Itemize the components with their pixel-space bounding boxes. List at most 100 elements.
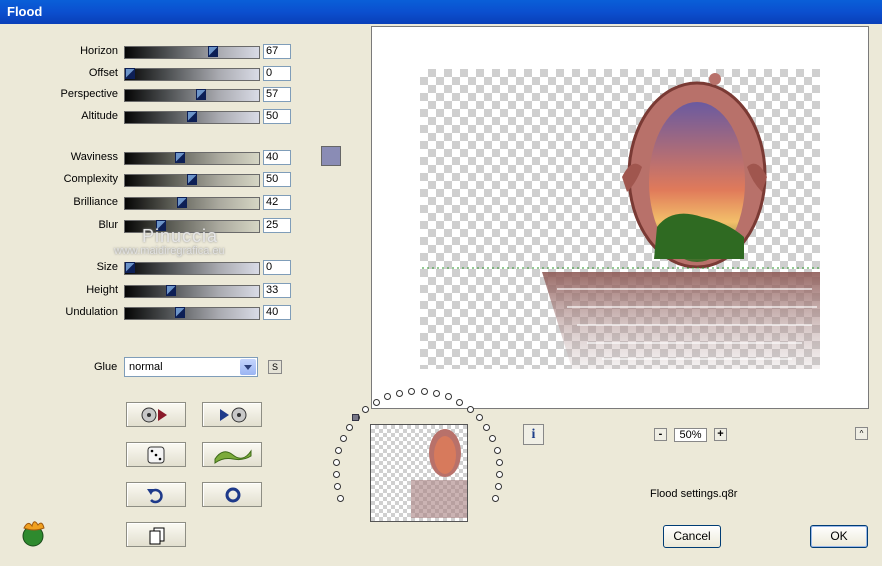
mirror-image-preview <box>422 73 820 369</box>
ring-handle[interactable] <box>352 414 359 421</box>
brilliance-slider-thumb[interactable] <box>177 197 188 208</box>
horizon-value-field[interactable]: 67 <box>263 44 291 59</box>
param-row-waviness: Waviness 40 <box>0 150 300 166</box>
size-label: Size <box>96 261 118 273</box>
ring-dot[interactable] <box>420 387 428 395</box>
ring-dot[interactable] <box>333 458 340 466</box>
perspective-label: Perspective <box>60 88 118 100</box>
play-film-reel-icon <box>220 407 247 423</box>
ring-dot[interactable] <box>483 424 491 432</box>
glue-select[interactable]: normal <box>124 357 258 377</box>
waviness-slider[interactable] <box>124 152 260 165</box>
offset-slider[interactable] <box>124 68 260 81</box>
altitude-slider[interactable] <box>124 111 260 124</box>
undulation-value-field[interactable]: 40 <box>263 305 291 320</box>
ring-dot[interactable] <box>496 470 504 478</box>
blur-label: Blur <box>98 219 118 231</box>
horizon-slider[interactable] <box>124 46 260 59</box>
ring-dot[interactable] <box>495 458 503 466</box>
undulation-slider[interactable] <box>124 307 260 320</box>
document-copy-icon <box>149 527 165 545</box>
ring-icon <box>225 487 241 503</box>
thumbnail-image <box>411 429 467 518</box>
ring-dot[interactable] <box>433 389 441 397</box>
reset-button[interactable] <box>202 482 262 507</box>
wave-icon <box>214 449 252 464</box>
ring-dot[interactable] <box>372 398 380 406</box>
ring-dot[interactable] <box>489 434 497 442</box>
ring-dot[interactable] <box>334 483 342 491</box>
film-reel-play-icon <box>141 407 167 423</box>
altitude-label: Altitude <box>81 110 118 122</box>
waviness-slider-thumb[interactable] <box>174 152 185 163</box>
wave-button[interactable] <box>202 442 262 467</box>
title-bar: Flood <box>0 0 882 24</box>
ring-dot[interactable] <box>332 470 340 478</box>
perspective-value-field[interactable]: 57 <box>263 87 291 102</box>
height-slider[interactable] <box>124 285 260 298</box>
height-slider-thumb[interactable] <box>165 285 176 296</box>
play-reel-button[interactable] <box>202 402 262 427</box>
param-row-size: Size 0 <box>0 260 300 276</box>
ring-dot[interactable] <box>491 494 499 502</box>
chevron-down-icon[interactable] <box>240 359 256 375</box>
size-slider[interactable] <box>124 262 260 275</box>
ok-button[interactable]: OK <box>810 525 868 548</box>
preview-pane[interactable] <box>371 26 869 409</box>
perspective-slider[interactable] <box>124 89 260 102</box>
cancel-button[interactable]: Cancel <box>663 525 721 548</box>
flaming-pear-logo-icon <box>22 521 45 547</box>
brilliance-label: Brilliance <box>73 196 118 208</box>
ring-dot[interactable] <box>493 446 501 454</box>
glue-s-button[interactable]: S <box>268 360 282 374</box>
ring-dot[interactable] <box>395 389 403 397</box>
altitude-value-field[interactable]: 50 <box>263 109 291 124</box>
perspective-slider-thumb[interactable] <box>195 89 206 100</box>
offset-label: Offset <box>88 67 118 79</box>
navigator-thumbnail[interactable] <box>370 424 468 522</box>
complexity-slider[interactable] <box>124 174 260 187</box>
complexity-slider-thumb[interactable] <box>187 174 197 185</box>
ring-dot[interactable] <box>335 446 343 454</box>
brilliance-slider[interactable] <box>124 197 260 210</box>
param-row-undulation: Undulation 40 <box>0 305 300 321</box>
undo-button[interactable] <box>126 482 186 507</box>
ring-dot[interactable] <box>345 424 353 432</box>
height-value-field[interactable]: 33 <box>263 283 291 298</box>
brilliance-value-field[interactable]: 42 <box>263 195 291 210</box>
ring-dot[interactable] <box>337 494 345 502</box>
settings-filename: Flood settings.q8r <box>650 488 738 500</box>
watermark-site: www.maidiregrafica.eu <box>114 245 225 257</box>
collapse-button[interactable]: ^ <box>855 427 868 440</box>
ring-dot[interactable] <box>494 483 502 491</box>
zoom-level: 50% <box>674 428 707 442</box>
undulation-slider-thumb[interactable] <box>174 307 185 318</box>
ring-dot[interactable] <box>475 414 483 422</box>
offset-slider-thumb[interactable] <box>125 68 135 79</box>
zoom-in-button[interactable]: + <box>714 428 727 441</box>
ring-dot[interactable] <box>466 405 474 413</box>
ring-dot[interactable] <box>408 387 416 395</box>
param-row-height: Height 33 <box>0 283 300 299</box>
altitude-slider-thumb[interactable] <box>187 111 197 122</box>
ring-dot[interactable] <box>362 405 370 413</box>
watermark-name: Pinuccia <box>142 226 219 246</box>
horizon-slider-thumb[interactable] <box>208 46 219 57</box>
randomize-preset-button[interactable] <box>126 402 186 427</box>
height-label: Height <box>86 284 118 296</box>
undulation-label: Undulation <box>65 306 118 318</box>
blur-value-field[interactable]: 25 <box>263 218 291 233</box>
waviness-value-field[interactable]: 40 <box>263 150 291 165</box>
size-slider-thumb[interactable] <box>125 262 135 273</box>
complexity-value-field[interactable]: 50 <box>263 172 291 187</box>
zoom-out-button[interactable]: - <box>654 428 667 441</box>
param-row-perspective: Perspective 57 <box>0 87 300 103</box>
offset-value-field[interactable]: 0 <box>263 66 291 81</box>
color-swatch[interactable] <box>321 146 341 166</box>
size-value-field[interactable]: 0 <box>263 260 291 275</box>
copy-button[interactable] <box>126 522 186 547</box>
info-button[interactable]: i <box>523 424 544 445</box>
random-dice-button[interactable] <box>126 442 186 467</box>
complexity-label: Complexity <box>63 173 118 185</box>
ring-dot[interactable] <box>339 434 347 442</box>
